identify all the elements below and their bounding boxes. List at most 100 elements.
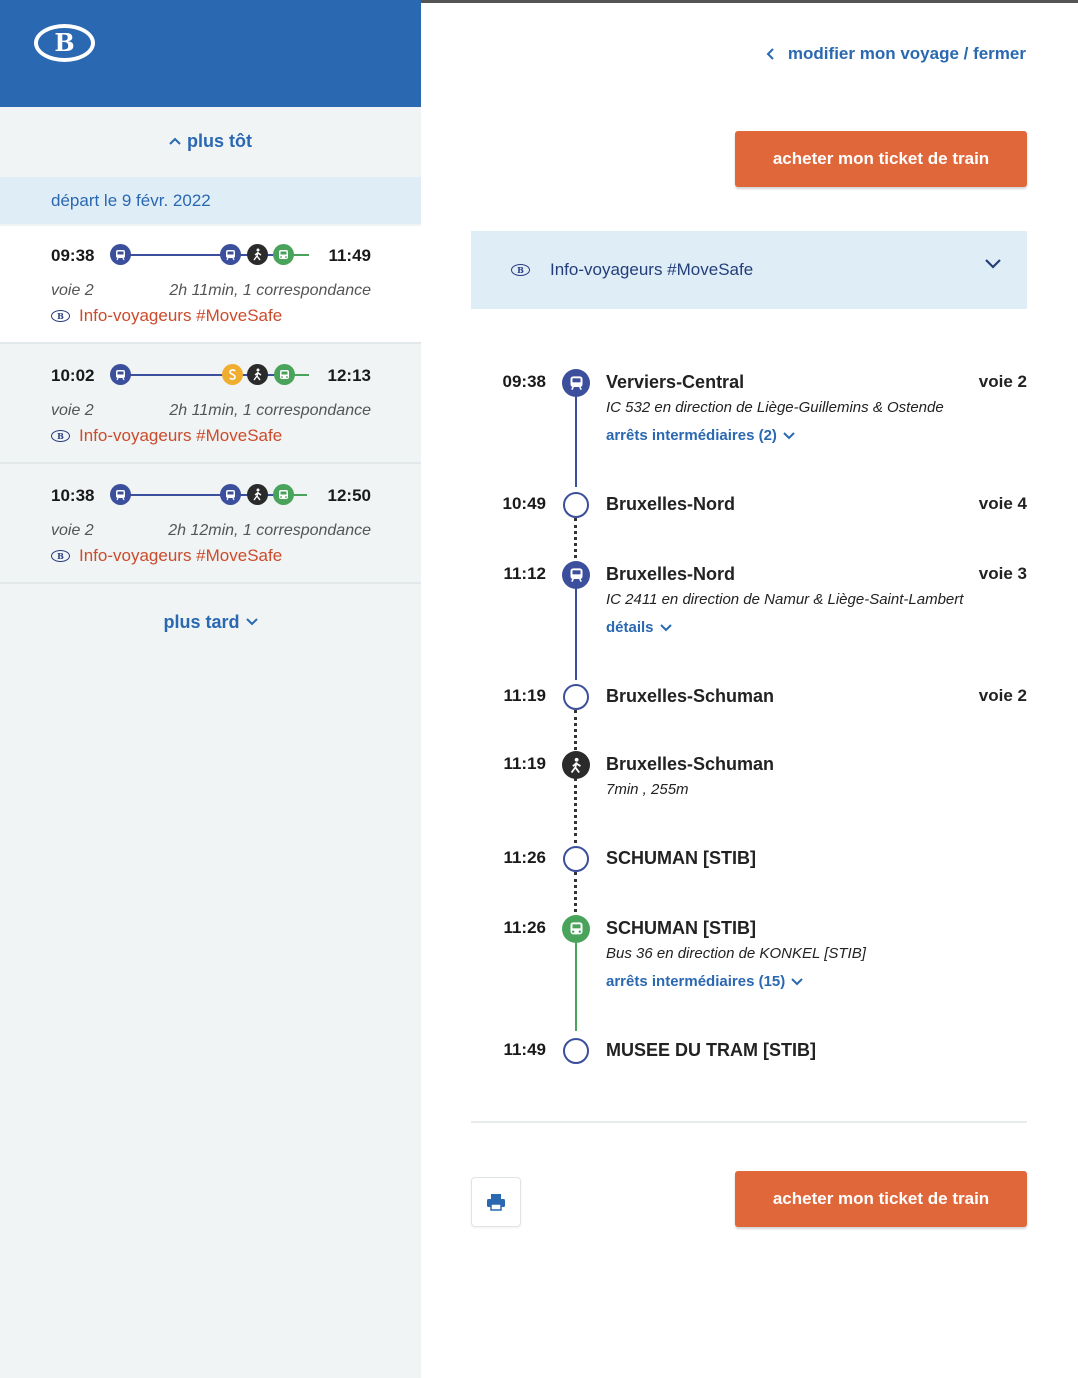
- details-label: détails: [606, 619, 654, 636]
- buy-ticket-button-bottom[interactable]: acheter mon ticket de train: [735, 1171, 1027, 1227]
- bus-icon: [273, 484, 294, 505]
- walk-icon: [247, 364, 268, 385]
- train-icon: [220, 484, 241, 505]
- intermediate-stops-label: arrêts intermédiaires (2): [606, 427, 777, 444]
- details-toggle[interactable]: détails: [606, 619, 672, 636]
- brand-header: B: [0, 0, 421, 107]
- service-description: Bus 36 en direction de KONKEL [STIB]: [606, 945, 866, 962]
- stop-time: 11:19: [503, 686, 546, 705]
- trip-mode-track: [110, 484, 310, 506]
- stop-name: Bruxelles-Nord: [606, 564, 736, 584]
- chevron-left-icon: [766, 48, 774, 60]
- transfer-dotted-line: [574, 518, 577, 558]
- trip-duration: 2h 11min, 1 correspondance: [169, 282, 371, 299]
- trip-mode-track: [110, 364, 310, 386]
- trip-info-link[interactable]: B Info-voyageurs #MoveSafe: [51, 306, 282, 326]
- chevron-down-icon: [659, 623, 672, 631]
- intermediate-stops-toggle[interactable]: arrêts intermédiaires (15): [606, 973, 803, 990]
- walk-icon: [247, 484, 268, 505]
- modify-trip-link[interactable]: modifier mon voyage / fermer: [766, 44, 1026, 64]
- sncb-b-icon: B: [51, 310, 70, 322]
- trip-arrival-time: 12:50: [327, 486, 371, 505]
- stop-platform: voie 2: [978, 686, 1027, 705]
- earlier-button[interactable]: plus tôt: [0, 107, 421, 175]
- chevron-up-icon: [169, 137, 181, 145]
- train-segment-line: [575, 585, 577, 680]
- stop-name: Bruxelles-Schuman: [606, 754, 775, 774]
- trip-mode-track: [110, 244, 310, 266]
- stop-time: 09:38: [502, 372, 546, 391]
- bus-icon: [273, 244, 294, 265]
- modify-trip-label: modifier mon voyage / fermer: [787, 44, 1026, 63]
- trip-info-label: Info-voyageurs #MoveSafe: [79, 546, 283, 565]
- transfer-dotted-line: [574, 710, 577, 750]
- chevron-down-icon: [245, 618, 258, 626]
- sncb-logo[interactable]: B: [34, 24, 95, 62]
- train-icon: [110, 364, 131, 385]
- chevron-down-icon: [791, 977, 803, 985]
- stop-name: Bruxelles-Nord: [606, 494, 736, 514]
- stop-name: SCHUMAN [STIB]: [606, 918, 756, 938]
- info-voyageurs-accordion[interactable]: B Info-voyageurs #MoveSafe: [471, 231, 1027, 309]
- trip-duration: 2h 11min, 1 correspondance: [169, 402, 371, 419]
- walk-description: 7min , 255m: [606, 781, 689, 798]
- stop-name: SCHUMAN [STIB]: [606, 848, 756, 868]
- window-top-border: [421, 0, 1078, 3]
- buy-ticket-button[interactable]: acheter mon ticket de train: [735, 131, 1027, 187]
- trip-option-3[interactable]: 10:38 12:50 voie 2 2h 12min, 1 correspon…: [0, 466, 421, 584]
- trip-platform: voie 2: [51, 282, 94, 299]
- walk-icon: [562, 751, 590, 779]
- stop-circle-icon: [563, 1038, 589, 1064]
- walk-dotted-line: [574, 778, 577, 843]
- stop-time: 11:12: [503, 564, 546, 583]
- service-description: IC 532 en direction de Liège-Guillemins …: [606, 399, 944, 416]
- chevron-down-icon: [783, 431, 795, 439]
- train-icon: [110, 484, 131, 505]
- train-icon: [110, 244, 131, 265]
- trip-option-1[interactable]: 09:38 11:49 voie 2 2h 11min, 1 correspon…: [0, 226, 421, 344]
- trip-info-label: Info-voyageurs #MoveSafe: [79, 426, 283, 445]
- stop-time: 11:49: [503, 1040, 546, 1059]
- trip-departure-time: 10:38: [51, 486, 95, 505]
- printer-icon: [487, 1194, 505, 1211]
- earlier-label: plus tôt: [187, 130, 252, 151]
- stop-circle-icon: [563, 492, 589, 518]
- departure-date: départ le 9 févr. 2022: [0, 177, 421, 224]
- bus-icon: [562, 915, 590, 943]
- intermediate-stops-toggle[interactable]: arrêts intermédiaires (2): [606, 427, 795, 444]
- info-voyageurs-label: Info-voyageurs #MoveSafe: [550, 260, 754, 279]
- service-description: IC 2411 en direction de Namur & Liège-Sa…: [606, 591, 964, 608]
- train-icon: [220, 244, 241, 265]
- stop-name: Bruxelles-Schuman: [606, 686, 775, 706]
- trip-departure-time: 10:02: [51, 366, 95, 385]
- trip-info-link[interactable]: B Info-voyageurs #MoveSafe: [51, 546, 282, 566]
- trip-info-label: Info-voyageurs #MoveSafe: [79, 306, 283, 325]
- walk-icon: [247, 244, 268, 265]
- stop-time: 11:19: [503, 754, 546, 773]
- trip-departure-time: 09:38: [51, 246, 95, 265]
- stop-time: 11:26: [503, 918, 546, 937]
- train-icon: [562, 369, 590, 397]
- stop-name: Verviers-Central: [606, 372, 745, 392]
- trip-arrival-time: 12:13: [327, 366, 371, 385]
- bus-segment-line: [575, 939, 577, 1031]
- stop-platform: voie 3: [978, 564, 1027, 583]
- stop-time: 10:49: [502, 494, 546, 513]
- later-button[interactable]: plus tard: [0, 598, 421, 646]
- train-segment-line: [575, 392, 577, 487]
- stop-time: 11:26: [503, 848, 546, 867]
- stop-circle-icon: [563, 684, 589, 710]
- sncb-b-icon: B: [511, 264, 530, 276]
- trip-info-link[interactable]: B Info-voyageurs #MoveSafe: [51, 426, 282, 446]
- later-label: plus tard: [163, 611, 240, 632]
- trip-platform: voie 2: [51, 522, 94, 539]
- stop-platform: voie 4: [978, 494, 1027, 513]
- itinerary-timeline: 09:38 Verviers-Central voie 2 IC 532 en …: [471, 340, 1027, 1100]
- section-divider: [471, 1121, 1027, 1123]
- chevron-down-icon: [985, 259, 1001, 269]
- trip-platform: voie 2: [51, 402, 94, 419]
- print-button[interactable]: [471, 1177, 521, 1227]
- trip-option-2[interactable]: 10:02 12:13 voie 2 2h 11min, 1 correspon…: [0, 346, 421, 464]
- train-icon: [562, 561, 590, 589]
- stop-circle-icon: [563, 846, 589, 872]
